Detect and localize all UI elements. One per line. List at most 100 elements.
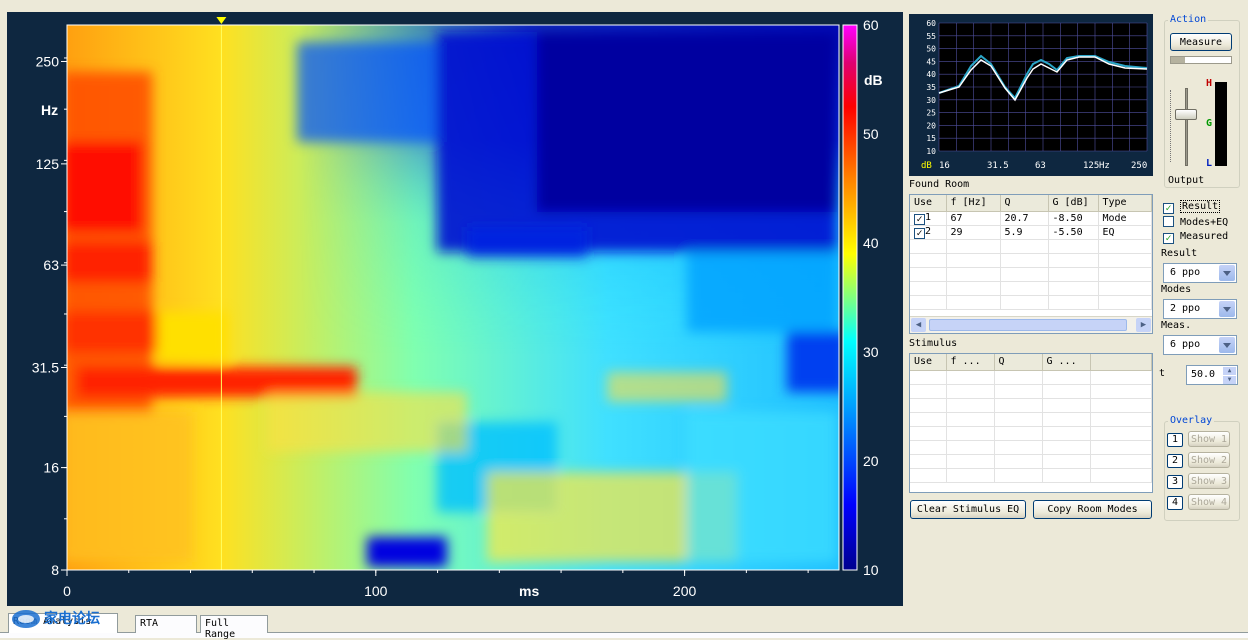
table-row[interactable] [910,426,1152,441]
table-row[interactable] [910,468,1152,483]
result-resolution-select[interactable]: 6 ppo [1163,263,1237,283]
measure-button[interactable]: Measure [1170,33,1232,51]
output-label: Output [1168,175,1205,186]
mini-y-tick: 35 [926,83,936,92]
output-slider-thumb[interactable] [1175,109,1197,120]
table-row[interactable] [910,384,1152,399]
tab-rta[interactable]: RTA [135,615,197,633]
table-row[interactable] [910,239,1152,254]
found-room-col-header[interactable]: G [dB] [1048,195,1099,212]
y-tick-label: 250 [36,53,60,69]
overlay-legend: Overlay [1168,415,1215,426]
measured-checkbox[interactable]: ✓ Measured [1163,231,1228,244]
result-select-label: Result [1161,248,1198,259]
y-tick-label: 31.5 [32,360,59,376]
modes-eq-checkbox[interactable]: Modes+EQ [1163,216,1228,228]
spin-up-icon[interactable]: ▲ [1223,367,1236,375]
modes-eq-check-icon[interactable] [1163,216,1174,227]
overlay-number-3[interactable]: 3 [1167,474,1183,489]
use-check-icon[interactable]: ✓ [914,227,925,239]
stimulus-col-header[interactable]: Use [910,354,947,371]
table-row[interactable]: ✓ 2 29 5.9 -5.50 EQ [910,225,1152,240]
overlay-number-1[interactable]: 1 [1167,432,1183,447]
cursor-marker-icon[interactable] [216,17,227,24]
table-row[interactable] [910,295,1152,310]
mini-y-tick: 15 [926,134,936,143]
overlay-show-button-2[interactable]: Show 2 [1188,452,1230,468]
overlay-number-label: 1 [1167,433,1183,447]
cell-g: -8.50 [1048,211,1099,226]
cell-type: Mode [1098,211,1152,226]
stimulus-table[interactable]: Use f ... Q G ... [909,353,1153,493]
meas-resolution-select[interactable]: 6 ppo [1163,335,1237,355]
mini-y-tick: 30 [926,96,936,105]
mini-x-tick: 63 [1035,161,1046,171]
overlay-number-2[interactable]: 2 [1167,453,1183,468]
table-row[interactable] [910,440,1152,455]
measured-check-icon[interactable]: ✓ [1163,233,1174,244]
copy-room-modes-button[interactable]: Copy Room Modes [1033,500,1152,519]
mini-y-tick: 10 [926,147,936,156]
table-row[interactable] [910,253,1152,268]
found-room-table[interactable]: Use f [Hz] Q G [dB] Type ✓ 1 67 20.7 -8.50 Mode ✓ 2… [909,194,1153,334]
found-room-grid: Use f [Hz] Q G [dB] Type ✓ 1 67 20.7 -8.50 Mode ✓ 2… [910,195,1152,310]
chevron-down-icon[interactable] [1219,337,1235,353]
stimulus-col-header[interactable]: G ... [1042,354,1091,371]
spectrogram-panel[interactable]: 250 125 63 31.5 16 8 0 100 200 60 50 40 30 20 10 Hz … [7,12,903,606]
x-tick-label: 200 [673,583,697,599]
overlay-show-button-3[interactable]: Show 3 [1188,473,1230,489]
result-check-icon[interactable]: ✓ [1163,203,1174,214]
mini-y-tick: 55 [926,32,936,41]
scroll-left-icon[interactable]: ◀ [911,318,926,332]
level-meter [1215,82,1227,166]
table-row[interactable] [910,398,1152,413]
mini-x-tick: 31.5 [987,161,1009,171]
output-slider-track[interactable] [1185,88,1188,166]
mini-y-tick: 20 [926,121,936,130]
table-row[interactable] [910,412,1152,427]
colorbar-tick-label: 60 [863,17,879,33]
scroll-thumb[interactable] [929,319,1127,331]
mini-y-tick: 60 [926,19,936,28]
t-value: 50.0 [1191,369,1216,380]
spin-down-icon[interactable]: ▼ [1223,376,1236,384]
found-room-col-header[interactable]: Use [910,195,947,212]
use-check-icon[interactable]: ✓ [914,213,925,225]
mini-x-tick: 16 [939,161,950,171]
chevron-down-icon[interactable] [1219,301,1235,317]
x-tick-label: 0 [63,583,71,599]
found-room-hscrollbar[interactable]: ◀ ▶ [910,316,1152,333]
scroll-right-icon[interactable]: ▶ [1136,318,1151,332]
overlay-show-button-4[interactable]: Show 4 [1188,494,1230,510]
progress-bar [1170,56,1232,64]
overlay-number-label: 2 [1167,454,1183,468]
row-index: 2 [925,225,932,237]
mini-y-unit: dB [921,161,932,171]
stimulus-col-header[interactable]: Q [994,354,1043,371]
clear-stimulus-eq-button[interactable]: Clear Stimulus EQ [910,500,1026,519]
modes-resolution-select[interactable]: 2 ppo [1163,299,1237,319]
result-checkbox[interactable]: ✓ Result [1163,200,1221,214]
cell-g: -5.50 [1048,225,1099,240]
watermark-text: 家电论坛 [44,610,100,627]
table-row[interactable] [910,281,1152,296]
spectrogram-chart[interactable]: 2501256331.5168 0 100 200 605040302010 Hz … [7,12,903,606]
x-unit-label: ms [519,583,539,599]
table-row[interactable] [910,370,1152,385]
found-room-col-header[interactable]: f [Hz] [946,195,1001,212]
found-room-col-header[interactable]: Type [1098,195,1152,212]
table-row[interactable]: ✓ 1 67 20.7 -8.50 Mode [910,211,1152,226]
overlay-show-button-1[interactable]: Show 1 [1188,431,1230,447]
table-row[interactable] [910,267,1152,282]
table-row[interactable] [910,454,1152,469]
colorbar-tick-label: 10 [863,562,879,578]
stimulus-col-header[interactable]: f ... [946,354,995,371]
t-spinner[interactable]: 50.0 ▲ ▼ [1186,365,1238,385]
y-tick-label: 16 [43,460,59,476]
overlay-number-4[interactable]: 4 [1167,495,1183,510]
colorbar-unit-label: dB [864,72,883,88]
chevron-down-icon[interactable] [1219,265,1235,281]
found-room-col-header[interactable]: Q [1000,195,1049,212]
colorbar-tick-label: 20 [863,453,879,469]
tab-full-range[interactable]: Full Range [200,615,268,640]
